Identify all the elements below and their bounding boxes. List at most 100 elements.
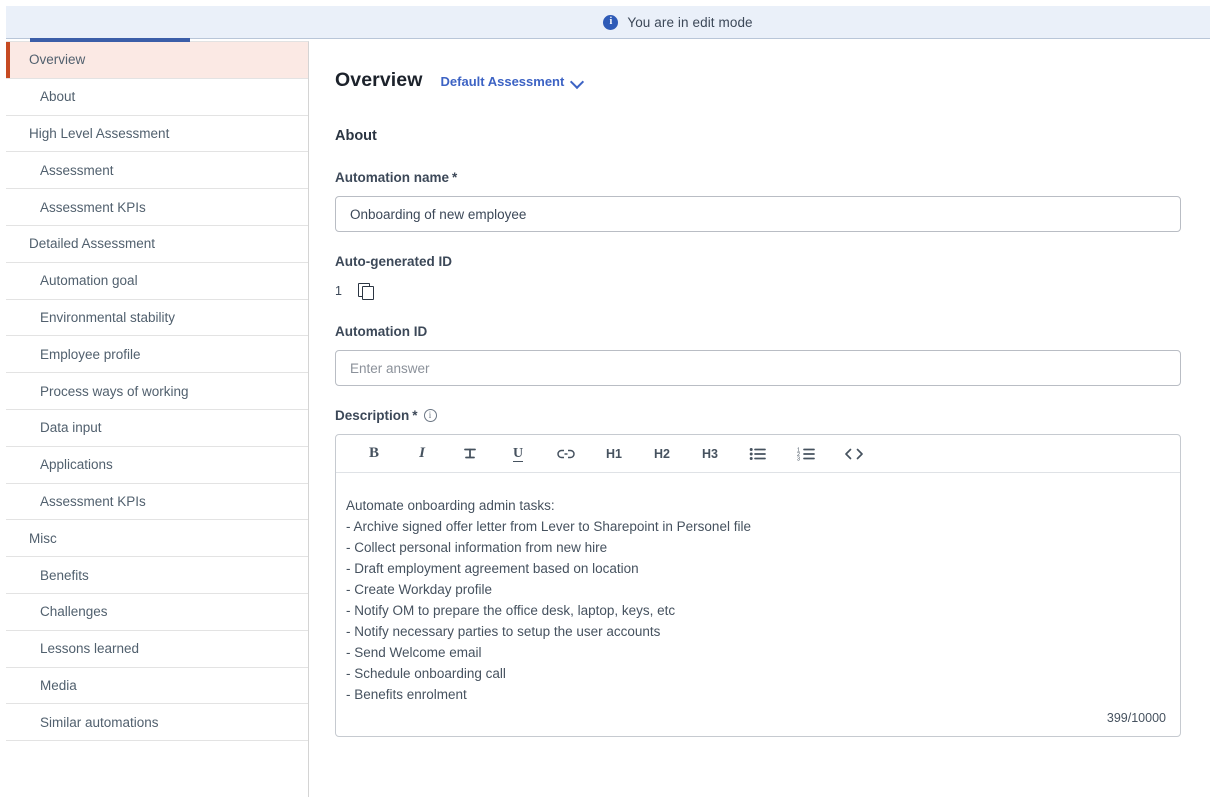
sidebar-item-environmental-stability[interactable]: Environmental stability	[6, 300, 308, 337]
editor-toolbar: B I U H1 H2 H3 123	[336, 435, 1180, 473]
chevron-down-icon	[571, 77, 584, 86]
heading-2-icon-label: H2	[654, 447, 670, 461]
sidebar-item-detailed-assessment[interactable]: Detailed Assessment	[6, 226, 308, 263]
sidebar-item-benefits[interactable]: Benefits	[6, 557, 308, 594]
page-title: Overview	[335, 69, 423, 92]
description-textarea[interactable]: Automate onboarding admin tasks:- Archiv…	[336, 473, 1180, 711]
heading-3-icon-label: H3	[702, 447, 718, 461]
sidebar-item-media[interactable]: Media	[6, 668, 308, 705]
sidebar-item-assessment-kpis[interactable]: Assessment KPIs	[6, 189, 308, 226]
info-icon: i	[603, 15, 618, 30]
sidebar-item-list: Overview About High Level Assessment Assess…	[6, 42, 308, 741]
sidebar-item-challenges[interactable]: Challenges	[6, 594, 308, 631]
description-line: - Send Welcome email	[346, 642, 1158, 663]
field-label-description: Description * i	[335, 408, 1174, 423]
field-label-text: Automation name	[335, 170, 449, 185]
field-description: Description * i B I U H1 H2 H3 123 Automate on…	[335, 408, 1174, 737]
heading-3-icon[interactable]: H3	[686, 435, 734, 472]
sidebar-item-lessons-learned[interactable]: Lessons learned	[6, 631, 308, 668]
sidebar-item-label: Assessment	[40, 163, 114, 178]
description-line: - Draft employment agreement based on lo…	[346, 558, 1158, 579]
edit-mode-banner-content: i You are in edit mode	[603, 15, 752, 30]
underline-icon[interactable]: U	[494, 435, 542, 472]
auto-generated-id-value: 1	[335, 284, 342, 298]
sidebar-item-similar-automations[interactable]: Similar automations	[6, 704, 308, 741]
copy-icon[interactable]	[358, 283, 374, 299]
main-content: Overview Default Assessment About Automa…	[310, 41, 1210, 797]
sidebar-item-automation-goal[interactable]: Automation goal	[6, 263, 308, 300]
sidebar-item-label: Lessons learned	[40, 641, 139, 656]
strikethrough-icon[interactable]	[446, 435, 494, 472]
assessment-selector-label: Default Assessment	[441, 74, 565, 89]
heading-1-icon[interactable]: H1	[590, 435, 638, 472]
sidebar-item-label: Automation goal	[40, 273, 138, 288]
sidebar-item-process-ways-of-working[interactable]: Process ways of working	[6, 373, 308, 410]
sidebar-item-applications[interactable]: Applications	[6, 447, 308, 484]
sidebar-item-label: Similar automations	[40, 715, 159, 730]
sidebar-item-assessment-kpis[interactable]: Assessment KPIs	[6, 484, 308, 521]
sidebar-item-label: Benefits	[40, 568, 89, 583]
assessment-selector-dropdown[interactable]: Default Assessment	[441, 74, 585, 89]
code-icon[interactable]	[830, 435, 878, 472]
info-icon[interactable]: i	[424, 409, 437, 422]
page-header: Overview Default Assessment	[335, 69, 1174, 92]
bold-icon[interactable]: B	[350, 435, 398, 472]
field-auto-generated-id: Auto-generated ID 1	[335, 254, 1174, 302]
edit-mode-banner: i You are in edit mode	[6, 6, 1210, 39]
svg-text:3: 3	[797, 456, 800, 462]
sidebar-item-label: High Level Assessment	[29, 126, 169, 141]
field-label-text: Description	[335, 408, 409, 423]
description-line: - Collect personal information from new …	[346, 537, 1158, 558]
description-line: - Create Workday profile	[346, 579, 1158, 600]
field-automation-name: Automation name *	[335, 170, 1174, 232]
description-line: Automate onboarding admin tasks:	[346, 495, 1158, 516]
active-tab-indicator	[30, 38, 190, 42]
sidebar-item-label: Misc	[29, 531, 57, 546]
sidebar-item-employee-profile[interactable]: Employee profile	[6, 336, 308, 373]
sidebar-item-label: Data input	[40, 420, 102, 435]
underline-icon-label: U	[513, 446, 523, 462]
sidebar-item-data-input[interactable]: Data input	[6, 410, 308, 447]
app-root: i You are in edit mode Overview About High…	[0, 0, 1216, 803]
auto-generated-id-row: 1	[335, 280, 1174, 302]
automation-id-input[interactable]	[335, 350, 1181, 386]
required-marker: *	[412, 408, 417, 423]
italic-icon[interactable]: I	[398, 435, 446, 472]
sidebar-empty-space	[6, 741, 308, 791]
field-label-text: Automation ID	[335, 324, 427, 339]
sidebar-item-label: Overview	[29, 52, 85, 67]
edit-mode-banner-text: You are in edit mode	[627, 15, 752, 30]
sidebar-item-label: Assessment KPIs	[40, 200, 146, 215]
description-line: - Archive signed offer letter from Lever…	[346, 516, 1158, 537]
sidebar-item-assessment[interactable]: Assessment	[6, 152, 308, 189]
sidebar-item-label: Process ways of working	[40, 384, 189, 399]
sidebar-item-label: Employee profile	[40, 347, 141, 362]
heading-1-icon-label: H1	[606, 447, 622, 461]
sidebar-item-label: About	[40, 89, 75, 104]
field-automation-id: Automation ID	[335, 324, 1174, 386]
bold-icon-label: B	[369, 445, 379, 462]
field-label-auto-generated-id: Auto-generated ID	[335, 254, 1174, 269]
numbered-list-icon[interactable]: 123	[782, 435, 830, 472]
heading-2-icon[interactable]: H2	[638, 435, 686, 472]
link-icon[interactable]	[542, 435, 590, 472]
italic-icon-label: I	[419, 445, 425, 462]
sidebar-item-high-level-assessment[interactable]: High Level Assessment	[6, 116, 308, 153]
sidebar-item-about[interactable]: About	[6, 79, 308, 116]
description-line: - Notify OM to prepare the office desk, …	[346, 600, 1158, 621]
field-label-automation-id: Automation ID	[335, 324, 1174, 339]
field-label-text: Auto-generated ID	[335, 254, 452, 269]
sidebar-item-label: Detailed Assessment	[29, 236, 155, 251]
section-title-about: About	[335, 128, 1174, 144]
required-marker: *	[452, 170, 457, 185]
character-counter: 399/10000	[336, 711, 1180, 736]
sidebar-item-label: Applications	[40, 457, 113, 472]
description-line: - Benefits enrolment	[346, 684, 1158, 705]
description-line: - Schedule onboarding call	[346, 663, 1158, 684]
automation-name-input[interactable]	[335, 196, 1181, 232]
sidebar-item-misc[interactable]: Misc	[6, 520, 308, 557]
sidebar-item-overview[interactable]: Overview	[6, 42, 308, 79]
sidebar-navigation: Overview About High Level Assessment Assess…	[6, 41, 309, 797]
bullet-list-icon[interactable]	[734, 435, 782, 472]
description-rich-text-editor: B I U H1 H2 H3 123 Automate onboarding admin t…	[335, 434, 1181, 737]
